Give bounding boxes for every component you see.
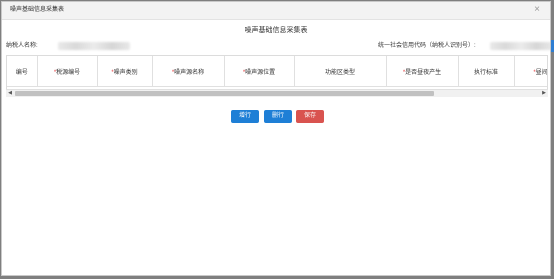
dialog-header: 噪声基础信息采集表 × — [2, 2, 550, 20]
horizontal-scrollbar[interactable]: ◀ ▶ — [6, 89, 548, 97]
scroll-right-arrow-icon[interactable]: ▶ — [540, 90, 548, 97]
taxpayer-name-value-redacted — [58, 42, 130, 50]
delete-row-button[interactable]: 删行 — [264, 110, 292, 123]
column-header-label: 噪声源名称 — [174, 69, 205, 76]
column-header: *税源编号 — [37, 56, 98, 87]
column-header: 编号 — [7, 56, 38, 87]
credit-code-label: 统一社会信用代码（纳税人识别号）: — [378, 43, 476, 49]
scroll-left-arrow-icon[interactable]: ◀ — [6, 90, 14, 97]
column-header: 功能区类型 — [294, 56, 387, 87]
close-icon[interactable]: × — [532, 5, 542, 15]
column-header: 执行标准 — [458, 56, 515, 87]
column-header-label: 编号 — [15, 69, 28, 76]
scroll-thumb[interactable] — [15, 91, 435, 96]
column-header-label: 噪声类别 — [113, 69, 138, 76]
column-header: *噪声类别 — [97, 56, 153, 87]
column-header: *昼间 — [514, 56, 548, 87]
column-header-label: 噪声源位置 — [245, 69, 276, 76]
column-header-label: 功能区类型 — [324, 69, 355, 76]
column-header-label: 执行标准 — [473, 69, 498, 76]
column-header: *是否昼夜产生 — [386, 56, 459, 87]
column-header-label: 昼间 — [535, 69, 548, 76]
add-row-button[interactable]: 增行 — [231, 110, 259, 123]
form-title: 噪声基础信息采集表 — [244, 27, 308, 34]
save-button[interactable]: 保存 — [296, 110, 324, 123]
noise-source-grid: 编号 *税源编号 *噪声类别 *噪声源名称 *噪声源位置 功能区类型 *是否昼夜产生 执行标准… — [7, 56, 548, 87]
column-header: *噪声源名称 — [152, 56, 225, 87]
column-header-label: 是否昼夜产生 — [405, 69, 442, 76]
taxpayer-info-row: 纳税人名称: 统一社会信用代码（纳税人识别号）: — [6, 40, 550, 52]
dialog-window: 噪声基础信息采集表 × 噪声基础信息采集表 纳税人名称: 统一社会信用代码（纳税… — [1, 1, 551, 276]
taxpayer-name-label: 纳税人名称: — [6, 43, 38, 49]
credit-code-value-redacted — [490, 42, 550, 50]
table-header-row: 编号 *税源编号 *噪声类别 *噪声源名称 *噪声源位置 功能区类型 *是否昼夜产生 执行标准… — [7, 56, 548, 87]
dialog-title: 噪声基础信息采集表 — [10, 7, 65, 13]
column-header: *噪声源位置 — [224, 56, 295, 87]
column-header-label: 税源编号 — [56, 69, 81, 76]
